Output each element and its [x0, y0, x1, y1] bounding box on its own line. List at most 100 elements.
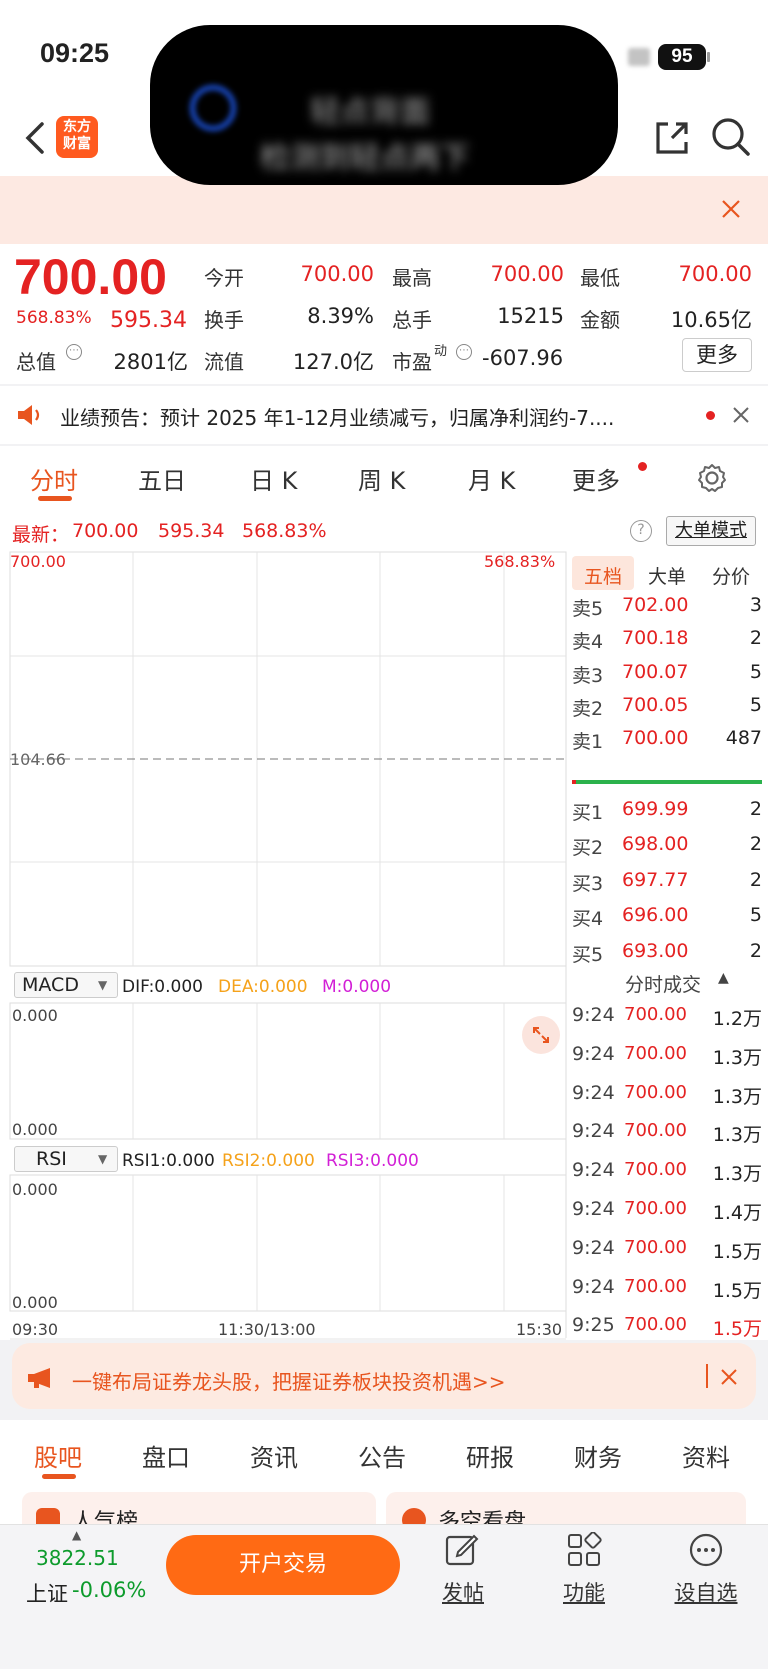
signal-icon	[628, 48, 650, 66]
app-logo: 东方 财富	[56, 116, 98, 158]
bid-row[interactable]: 买4 696.00 5	[572, 904, 762, 938]
open-account-trade-button[interactable]: 开户交易	[166, 1535, 400, 1595]
rsi-name: RSI	[36, 1148, 67, 1170]
trade-time: 9:25	[572, 1314, 615, 1337]
ask-row[interactable]: 卖1 700.00 487	[572, 727, 762, 761]
ask-row[interactable]: 卖3 700.07 5	[572, 661, 762, 695]
power-icon	[190, 85, 236, 131]
bid-row[interactable]: 买3 697.77 2	[572, 869, 762, 903]
trade-row[interactable]: 9:24 700.00 1.5万	[572, 1276, 762, 1310]
bid-row[interactable]: 买5 693.00 2	[572, 940, 762, 974]
orderbook-tab-five[interactable]: 五档	[584, 562, 622, 589]
help-icon[interactable]: ?	[630, 520, 652, 542]
tab-five-day[interactable]: 五日	[138, 461, 186, 496]
float-cap-label: 流值	[204, 350, 244, 374]
tab-daily-k[interactable]: 日 K	[250, 461, 297, 496]
trade-volume: 1.5万	[712, 1318, 762, 1341]
trades-title[interactable]: 分时成交	[625, 970, 701, 997]
info-icon[interactable]: ⋯	[66, 344, 82, 360]
latest-percent: 568.83%	[242, 520, 327, 542]
ask-level: 卖5	[572, 598, 604, 620]
trade-row[interactable]: 9:24 700.00 1.5万	[572, 1237, 762, 1271]
ask-level: 卖3	[572, 664, 604, 687]
x-tick-midday: 11:30/13:00	[218, 1320, 316, 1339]
macd-dropdown-icon[interactable]: ▼	[98, 978, 107, 992]
trade-time: 9:24	[572, 1198, 615, 1220]
trade-row[interactable]: 9:24 700.00 1.3万	[572, 1082, 762, 1116]
bid-volume: 2	[749, 798, 762, 820]
bid-row[interactable]: 买1 699.99 2	[572, 798, 762, 832]
tab-weekly-k[interactable]: 周 K	[358, 461, 405, 496]
share-icon[interactable]	[652, 118, 692, 158]
big-order-mode-button[interactable]: 大单模式	[666, 516, 756, 546]
rsi-top-value: 0.000	[12, 1180, 58, 1199]
low-value: 700.00	[678, 262, 752, 286]
trade-row[interactable]: 9:24 700.00 1.3万	[572, 1159, 762, 1193]
trade-row[interactable]: 9:24 700.00 1.2万	[572, 1004, 762, 1038]
ask-row[interactable]: 卖4 700.18 2	[572, 627, 762, 661]
orderbook-tab-price[interactable]: 分价	[712, 562, 750, 589]
bid-row[interactable]: 买2 698.00 2	[572, 833, 762, 867]
bid-level: 买2	[572, 837, 604, 860]
add-watchlist-label[interactable]: 设自选	[661, 1577, 751, 1607]
trade-row[interactable]: 9:24 700.00 1.3万	[572, 1120, 762, 1154]
trades-collapse-icon[interactable]: ▲	[718, 970, 729, 986]
index-value[interactable]: 3822.51	[36, 1546, 119, 1570]
turnover-value: 8.39%	[307, 304, 374, 328]
orderbook-tab-large[interactable]: 大单	[648, 562, 686, 589]
ask-level: 卖1	[572, 731, 604, 754]
tab-monthly-k[interactable]: 月 K	[468, 461, 515, 496]
bid-volume: 2	[749, 939, 762, 962]
notice-text[interactable]: 业绩预告：预计 2025 年1-12月业绩减亏，归属净利润约-7....	[60, 402, 680, 431]
notice-close-icon[interactable]	[732, 406, 750, 424]
add-watchlist-icon[interactable]	[688, 1532, 724, 1568]
index-name[interactable]: 上证	[26, 1578, 68, 1608]
tab-intraday[interactable]: 分时	[30, 461, 78, 496]
tab-orderflow[interactable]: 盘口	[142, 1438, 190, 1473]
macd-dif: DIF:0.000	[122, 977, 203, 997]
bid-volume: 5	[749, 904, 762, 927]
chart-bar-icon	[36, 1508, 60, 1524]
tab-news[interactable]: 资讯	[250, 1438, 298, 1473]
ask-row[interactable]: 卖2 700.05 5	[572, 694, 762, 728]
ask-row[interactable]: 卖5 702.00 3	[572, 594, 762, 628]
rsi1: RSI1:0.000	[122, 1151, 215, 1171]
tab-announcements[interactable]: 公告	[358, 1438, 406, 1473]
ask-volume: 3	[749, 594, 762, 616]
tab-finance[interactable]: 财务	[574, 1438, 622, 1473]
settings-gear-icon[interactable]	[696, 462, 728, 494]
promo-close-icon[interactable]	[720, 1368, 738, 1386]
trade-row[interactable]: 9:24 700.00 1.3万	[572, 1043, 762, 1077]
market-cap-label: 总值	[16, 350, 56, 374]
tab-research[interactable]: 研报	[466, 1438, 514, 1473]
ask-bid-ratio-red	[572, 780, 576, 784]
search-icon[interactable]	[710, 116, 752, 158]
dynamic-island[interactable]: 轻点背面 检测到轻点两下	[150, 25, 618, 185]
bid-level: 买3	[572, 872, 604, 895]
island-title: 轻点背面	[310, 95, 430, 130]
banner-close-icon[interactable]	[720, 198, 742, 220]
trade-time: 9:24	[572, 1275, 615, 1298]
tab-more[interactable]: 更多	[572, 461, 620, 496]
function-label[interactable]: 功能	[539, 1577, 629, 1607]
popularity-label: 人气榜	[72, 1510, 139, 1524]
function-grid-icon[interactable]	[566, 1532, 602, 1568]
index-change[interactable]: -0.06%	[72, 1578, 146, 1602]
promo-text[interactable]: 一键布局证券龙头股，把握证券板块投资机遇>>	[72, 1366, 506, 1395]
more-button[interactable]: 更多	[682, 338, 752, 372]
tab-profile[interactable]: 资料	[682, 1438, 730, 1473]
bid-volume: 2	[749, 868, 762, 891]
prev-close-label: 104.66	[10, 750, 66, 769]
rsi-dropdown-icon[interactable]: ▼	[98, 1152, 107, 1166]
turnover-label: 换手	[204, 308, 244, 332]
bid-volume: 2	[749, 833, 762, 856]
tab-forum[interactable]: 股吧	[34, 1438, 82, 1473]
post-edit-icon[interactable]	[444, 1532, 480, 1568]
trade-row[interactable]: 9:24 700.00 1.4万	[572, 1198, 762, 1232]
pe-value: -607.96	[482, 346, 564, 370]
ask-volume: 5	[749, 693, 762, 716]
post-label[interactable]: 发帖	[418, 1577, 508, 1607]
pe-info-icon[interactable]: ⋯	[456, 344, 472, 360]
trade-time: 9:24	[572, 1081, 615, 1104]
back-icon[interactable]	[22, 120, 48, 156]
